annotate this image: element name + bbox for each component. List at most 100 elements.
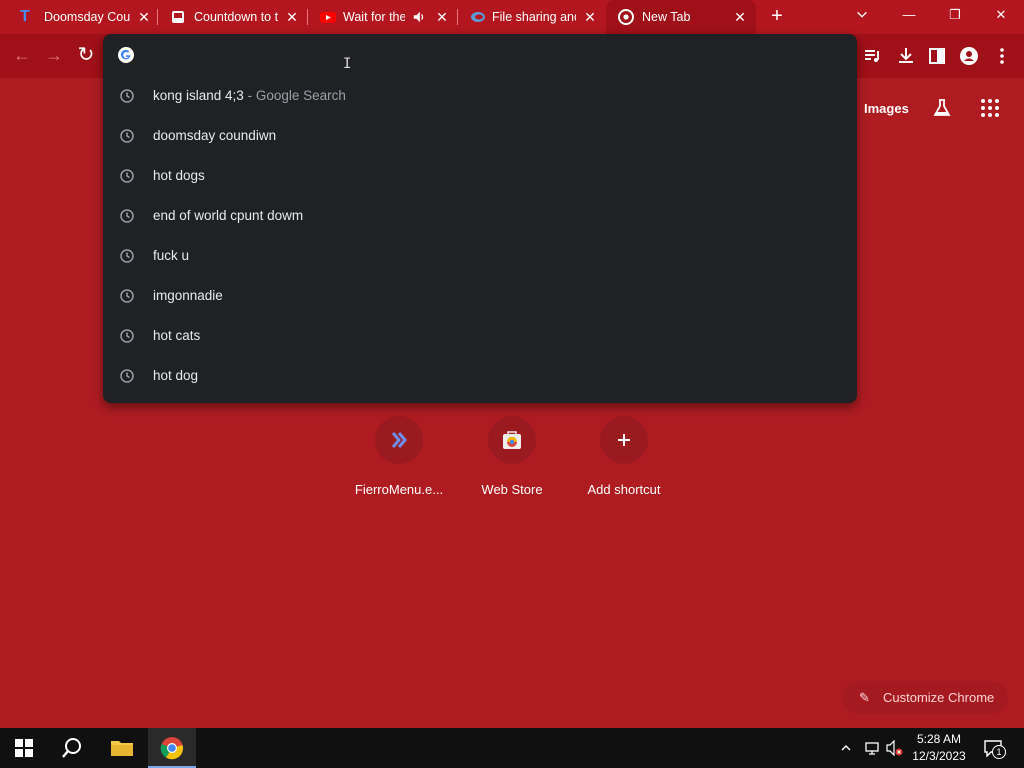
edge-icon (471, 12, 485, 22)
tab-title: New Tab (642, 10, 691, 24)
close-window-button[interactable]: ✕ (978, 0, 1024, 32)
customize-chrome-button[interactable]: ✎ Customize Chrome (842, 681, 1008, 714)
close-icon[interactable]: ✕ (434, 9, 450, 25)
close-icon[interactable]: ✕ (582, 9, 598, 25)
windows-taskbar: 5:28 AM 12/3/2023 1 (0, 728, 1024, 768)
minimize-button[interactable]: — (886, 0, 932, 32)
shortcut-tile (488, 416, 536, 464)
shortcut-web-store[interactable]: Web Store (456, 416, 568, 497)
network-icon[interactable] (864, 740, 880, 756)
chrome-taskbar-button[interactable] (148, 728, 196, 768)
windows-logo-icon (15, 739, 33, 757)
text-cursor-icon: I (343, 56, 352, 72)
suggestion-text: fuck u (153, 248, 190, 263)
suggestion-text-wrap: kong island 4;3 - Google Search (153, 76, 346, 116)
volume-muted-icon[interactable] (886, 740, 904, 756)
suggestion-text: hot cats (153, 328, 201, 343)
restore-button[interactable]: ❐ (932, 0, 978, 32)
tab-title: Wait for the (343, 10, 405, 24)
labs-flask-icon[interactable] (931, 97, 953, 119)
suggestion-text: imgonnadie (153, 288, 223, 303)
suggestion-item[interactable]: doomsday coundiwn (103, 116, 857, 156)
history-clock-icon (120, 89, 134, 103)
shortcut-label: Add shortcut (587, 482, 661, 497)
images-link[interactable]: Images (864, 101, 909, 116)
chrome-icon (618, 9, 634, 25)
suggestion-item[interactable]: end of world cpunt dowm (103, 196, 857, 236)
tab-title: File sharing and (492, 10, 576, 24)
suggestion-item[interactable]: imgonnadie (103, 276, 857, 316)
suggestion-item[interactable]: fuck u (103, 236, 857, 276)
shortcut-add[interactable]: Add shortcut (568, 416, 680, 497)
close-icon[interactable]: ✕ (136, 9, 152, 25)
tab-title: Countdown to t (194, 10, 278, 24)
tab-youtube[interactable]: Wait for the ✕ (308, 0, 458, 34)
plus-icon (618, 434, 630, 446)
suggestion-text: hot dog (153, 368, 199, 383)
tray-chevron-up-icon[interactable] (840, 742, 852, 754)
history-clock-icon (120, 369, 134, 383)
history-clock-icon (120, 289, 134, 303)
history-clock-icon (120, 329, 134, 343)
suggestion-item[interactable]: hot dog (103, 356, 857, 396)
history-clock-icon (120, 249, 134, 263)
webstore-icon (503, 431, 521, 449)
suggestion-item[interactable]: hot cats (103, 316, 857, 356)
apps-grid-icon[interactable] (980, 98, 1000, 118)
suggestion-item[interactable]: kong island 4;3 - Google Search (103, 76, 857, 116)
page-icon (172, 11, 184, 23)
search-icon (62, 738, 81, 758)
side-panel-icon[interactable] (926, 45, 948, 67)
close-icon[interactable]: ✕ (284, 9, 300, 25)
notification-center-button[interactable]: 1 (980, 737, 1006, 759)
notification-count-badge: 1 (992, 745, 1006, 759)
suggestion-text: end of world cpunt dowm (153, 208, 304, 223)
forward-button[interactable]: → (43, 44, 65, 66)
tab-countdown[interactable]: Countdown to t ✕ (158, 0, 308, 34)
history-clock-icon (120, 129, 134, 143)
tab-new-tab[interactable]: New Tab ✕ (606, 0, 756, 34)
suggestion-item[interactable]: hot dogs (103, 156, 857, 196)
media-queue-icon[interactable] (862, 45, 884, 67)
chrome-menu-icon[interactable] (991, 45, 1013, 67)
clock-time: 5:28 AM (916, 732, 962, 746)
tab-search-chevron-icon[interactable] (855, 8, 869, 22)
back-button[interactable]: ← (11, 44, 33, 66)
double-chevron-icon (391, 432, 407, 448)
folder-icon (111, 741, 133, 756)
start-button[interactable] (0, 728, 48, 768)
file-explorer-button[interactable] (98, 728, 146, 768)
clock[interactable]: 5:28 AM 12/3/2023 (908, 731, 970, 768)
tab-doomsday[interactable]: T Doomsday Cou ✕ (0, 0, 158, 34)
tab-file-sharing[interactable]: File sharing and ✕ (458, 0, 606, 34)
tab-title: Doomsday Cou (44, 10, 131, 24)
google-g-icon (118, 47, 134, 63)
suggestion-text: kong island 4;3 (153, 88, 244, 103)
omnibox-dropdown: I kong island 4;3 - Google Search doomsd… (103, 34, 857, 403)
t-letter-icon: T (20, 8, 30, 25)
close-icon[interactable]: ✕ (732, 9, 748, 25)
suggestion-text: hot dogs (153, 168, 205, 183)
shortcut-label: FierroMenu.e... (354, 482, 444, 497)
pencil-icon: ✎ (859, 689, 870, 705)
suggestion-desc: - Google Search (243, 88, 346, 103)
shortcut-tile (600, 416, 648, 464)
clock-date: 12/3/2023 (912, 749, 966, 763)
shortcut-fierromenu[interactable]: FierroMenu.e... (343, 416, 455, 497)
download-icon[interactable] (895, 45, 917, 67)
customize-label: Customize Chrome (883, 690, 995, 705)
shortcut-tile (375, 416, 423, 464)
history-clock-icon (120, 209, 134, 223)
new-tab-button[interactable]: + (766, 6, 788, 28)
omnibox-input[interactable]: I (103, 34, 857, 76)
chrome-icon (160, 737, 184, 760)
search-button[interactable] (48, 728, 96, 768)
shortcut-label: Web Store (481, 482, 543, 497)
reload-button[interactable]: ↻ (75, 44, 97, 66)
youtube-icon (320, 12, 336, 23)
history-clock-icon (120, 169, 134, 183)
audio-playing-icon[interactable] (412, 10, 426, 24)
tab-strip: T Doomsday Cou ✕ Countdown to t ✕ Wait f… (0, 0, 1024, 34)
suggestion-text: doomsday coundiwn (153, 128, 277, 143)
profile-avatar-icon[interactable] (958, 45, 980, 67)
